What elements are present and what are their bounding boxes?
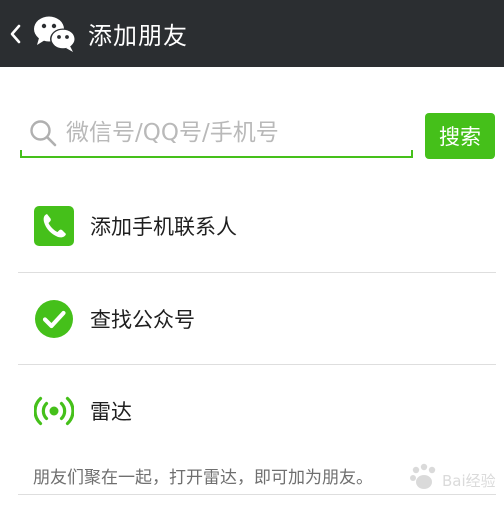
search-icon [30, 120, 57, 147]
menu-item-label: 雷达 [90, 400, 132, 424]
radar-item[interactable]: 雷达 [0, 365, 504, 457]
radar-icon [34, 396, 74, 426]
menu-item-label: 添加手机联系人 [90, 215, 237, 239]
find-public-account-item[interactable]: 查找公众号 [0, 273, 504, 365]
watermark-text: Bai经验 [442, 472, 496, 490]
checkmark-circle-icon [35, 300, 73, 338]
menu-item-label: 查找公众号 [90, 308, 195, 332]
input-underline-edge [411, 150, 413, 158]
radar-hint-text: 朋友们聚在一起，打开雷达，即可加为朋友。 [33, 468, 373, 488]
add-phone-contacts-item[interactable]: 添加手机联系人 [0, 180, 504, 272]
watermark-logo: Bai经验 [410, 463, 496, 490]
search-input[interactable] [66, 113, 396, 153]
search-button[interactable]: 搜索 [425, 113, 495, 159]
input-underline-edge [20, 150, 22, 158]
phone-icon [34, 206, 74, 246]
search-row: 搜索 [0, 110, 504, 162]
wechat-logo-icon [34, 16, 76, 52]
search-field[interactable] [20, 110, 413, 158]
chevron-left-icon [10, 24, 21, 43]
back-button[interactable] [0, 0, 30, 67]
title-bar: 添加朋友 [0, 0, 504, 67]
page-title: 添加朋友 [88, 22, 188, 50]
